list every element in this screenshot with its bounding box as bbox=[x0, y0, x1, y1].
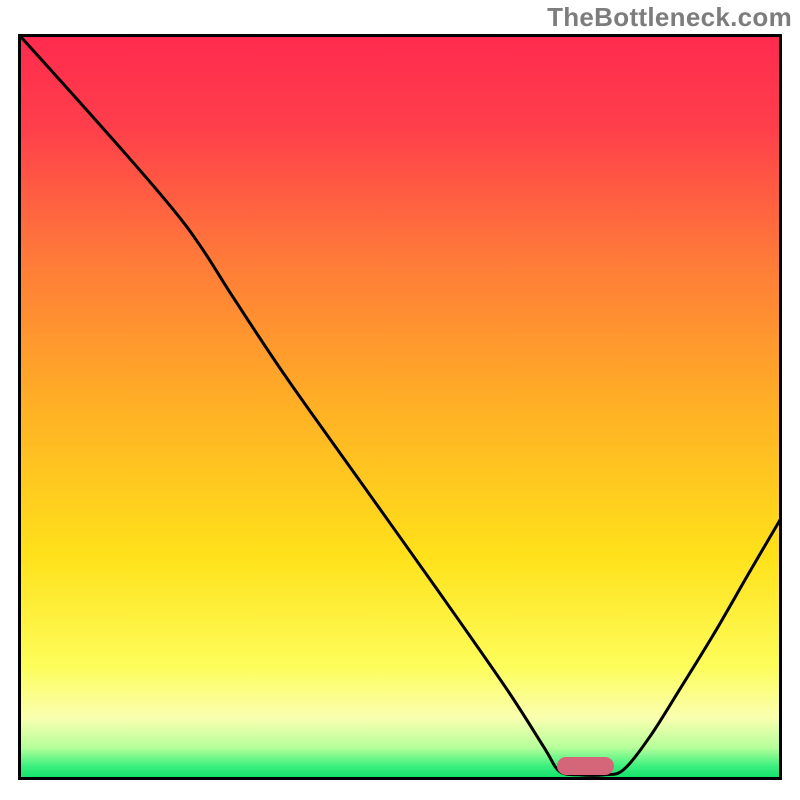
chart-canvas: TheBottleneck.com bbox=[0, 0, 800, 800]
plot-frame bbox=[18, 34, 782, 780]
watermark-text: TheBottleneck.com bbox=[547, 2, 792, 33]
optimal-marker bbox=[557, 757, 614, 775]
